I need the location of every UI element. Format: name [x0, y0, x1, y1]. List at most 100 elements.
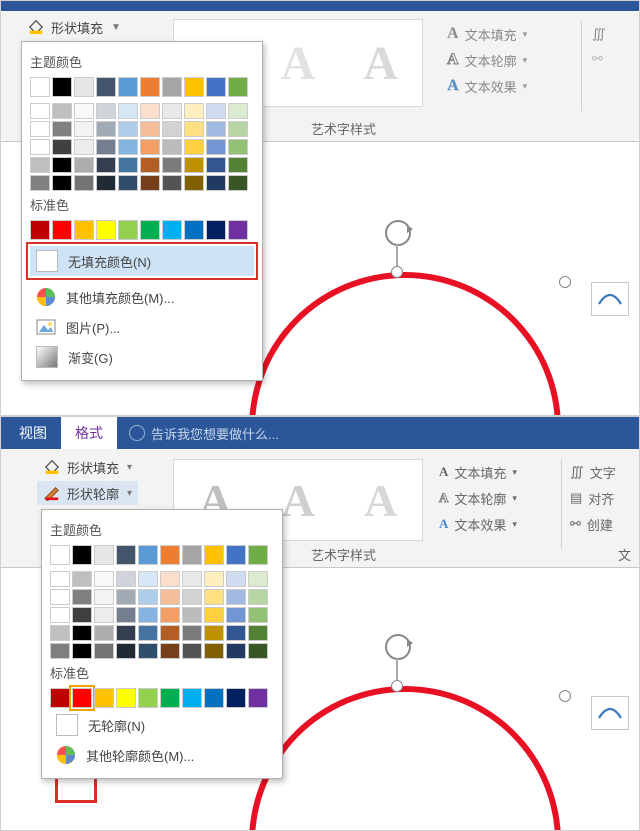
color-swatch[interactable] — [52, 121, 72, 137]
color-swatch[interactable] — [116, 643, 136, 659]
text-fill-button[interactable]: A文本填充▾ — [447, 21, 527, 47]
color-swatch[interactable] — [94, 545, 114, 565]
color-swatch[interactable] — [140, 103, 160, 119]
shape-fill-dropdown[interactable]: 形状填充 ▼ — [21, 15, 127, 39]
color-swatch[interactable] — [204, 625, 224, 641]
color-swatch[interactable] — [118, 157, 138, 173]
color-swatch[interactable] — [226, 625, 246, 641]
color-swatch[interactable] — [248, 571, 268, 587]
rotation-handle[interactable] — [385, 634, 411, 660]
color-swatch[interactable] — [184, 175, 204, 191]
color-swatch[interactable] — [30, 220, 50, 240]
color-swatch[interactable] — [94, 571, 114, 587]
color-swatch[interactable] — [140, 77, 160, 97]
color-swatch[interactable] — [30, 77, 50, 97]
color-swatch[interactable] — [140, 175, 160, 191]
color-swatch[interactable] — [138, 607, 158, 623]
color-swatch[interactable] — [50, 607, 70, 623]
color-swatch[interactable] — [204, 643, 224, 659]
selection-handle[interactable] — [391, 266, 403, 278]
color-swatch[interactable] — [162, 139, 182, 155]
color-swatch[interactable] — [30, 103, 50, 119]
rotation-handle[interactable] — [385, 220, 411, 246]
color-swatch[interactable] — [160, 625, 180, 641]
color-swatch[interactable] — [228, 103, 248, 119]
color-swatch[interactable] — [72, 625, 92, 641]
color-swatch[interactable] — [138, 643, 158, 659]
color-swatch[interactable] — [116, 607, 136, 623]
color-swatch[interactable] — [96, 121, 116, 137]
color-swatch[interactable] — [182, 607, 202, 623]
color-swatch[interactable] — [182, 643, 202, 659]
selection-handle[interactable] — [559, 690, 571, 702]
color-swatch[interactable] — [138, 625, 158, 641]
color-swatch[interactable] — [50, 643, 70, 659]
color-swatch[interactable] — [162, 220, 182, 240]
color-swatch[interactable] — [72, 571, 92, 587]
color-swatch[interactable] — [162, 77, 182, 97]
color-swatch[interactable] — [94, 625, 114, 641]
more-outline-colors-item[interactable]: 其他轮廓颜色(M)... — [50, 740, 274, 770]
color-swatch[interactable] — [160, 571, 180, 587]
color-swatch[interactable] — [50, 589, 70, 605]
color-swatch[interactable] — [94, 688, 114, 708]
color-swatch[interactable] — [116, 625, 136, 641]
color-swatch[interactable] — [248, 589, 268, 605]
layout-options-button[interactable] — [591, 282, 629, 316]
gradient-fill-item[interactable]: 渐变(G) — [30, 342, 254, 372]
color-swatch[interactable] — [74, 220, 94, 240]
color-swatch[interactable] — [206, 77, 226, 97]
color-swatch[interactable] — [50, 688, 70, 708]
color-swatch[interactable] — [184, 103, 204, 119]
color-swatch[interactable] — [206, 103, 226, 119]
color-swatch[interactable] — [226, 643, 246, 659]
color-swatch[interactable] — [72, 607, 92, 623]
color-swatch[interactable] — [182, 688, 202, 708]
shape-outline-dropdown[interactable]: 形状轮廓▾ — [37, 481, 138, 505]
text-effects-button[interactable]: A文本效果▾ — [447, 73, 527, 99]
color-swatch[interactable] — [226, 688, 246, 708]
color-swatch[interactable] — [52, 77, 72, 97]
color-swatch[interactable] — [96, 103, 116, 119]
selection-handle[interactable] — [559, 276, 571, 288]
color-swatch[interactable] — [184, 139, 204, 155]
color-swatch[interactable] — [94, 607, 114, 623]
color-swatch[interactable] — [116, 589, 136, 605]
color-swatch[interactable] — [140, 157, 160, 173]
color-swatch[interactable] — [184, 77, 204, 97]
color-swatch[interactable] — [160, 643, 180, 659]
color-swatch[interactable] — [248, 545, 268, 565]
text-direction-button[interactable]: ∭ — [592, 21, 606, 47]
color-swatch[interactable] — [204, 589, 224, 605]
color-swatch[interactable] — [50, 625, 70, 641]
color-swatch[interactable] — [206, 220, 226, 240]
color-swatch[interactable] — [52, 103, 72, 119]
color-swatch[interactable] — [162, 121, 182, 137]
no-fill-item[interactable]: 无填充颜色(N) — [30, 246, 254, 276]
color-swatch[interactable] — [96, 220, 116, 240]
color-swatch[interactable] — [228, 139, 248, 155]
color-swatch[interactable] — [184, 157, 204, 173]
tab-format[interactable]: 格式 — [61, 417, 117, 449]
selection-handle[interactable] — [391, 680, 403, 692]
color-swatch[interactable] — [204, 545, 224, 565]
color-swatch[interactable] — [116, 545, 136, 565]
color-swatch[interactable] — [184, 121, 204, 137]
color-swatch[interactable] — [74, 175, 94, 191]
color-swatch[interactable] — [182, 589, 202, 605]
color-swatch[interactable] — [96, 77, 116, 97]
color-swatch[interactable] — [74, 157, 94, 173]
color-swatch[interactable] — [248, 643, 268, 659]
color-swatch[interactable] — [50, 545, 70, 565]
color-swatch[interactable] — [228, 220, 248, 240]
color-swatch-selected[interactable] — [72, 688, 92, 708]
color-swatch[interactable] — [184, 220, 204, 240]
text-direction-button[interactable]: ∭文字 — [570, 459, 616, 485]
color-swatch[interactable] — [138, 545, 158, 565]
color-swatch[interactable] — [138, 688, 158, 708]
color-swatch[interactable] — [226, 589, 246, 605]
picture-fill-item[interactable]: 图片(P)... — [30, 312, 254, 342]
color-swatch[interactable] — [162, 175, 182, 191]
color-swatch[interactable] — [228, 77, 248, 97]
align-text-button[interactable]: ▤对齐 — [570, 485, 616, 511]
